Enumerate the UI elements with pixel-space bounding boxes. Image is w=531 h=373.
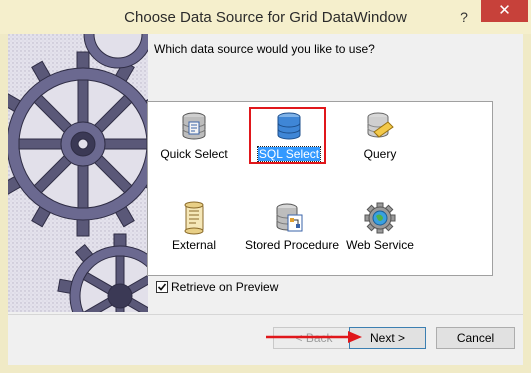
source-label: Query [363, 147, 397, 161]
checkmark-icon [157, 283, 167, 291]
dialog-body: Which data source would you like to use?… [8, 34, 523, 365]
source-query[interactable]: Query [335, 110, 425, 161]
source-web-service[interactable]: Web Service [335, 201, 425, 252]
scroll-icon [184, 201, 204, 235]
database-sql-select-icon [277, 112, 301, 140]
data-source-list: Quick Select SQL Select Query External S… [147, 101, 493, 276]
stored-procedure-icon [276, 203, 303, 232]
source-sql-select[interactable]: SQL Select [244, 110, 334, 162]
source-label: Stored Procedure [245, 238, 340, 252]
cancel-button[interactable]: Cancel [436, 327, 515, 349]
source-label: External [171, 238, 217, 252]
retrieve-on-preview-checkbox[interactable]: Retrieve on Preview [156, 280, 278, 294]
help-button[interactable]: ? [452, 6, 476, 28]
dialog-window: Choose Data Source for Grid DataWindow ?… [0, 0, 531, 373]
gears-icon [8, 34, 148, 312]
close-button[interactable]: ✕ [481, 0, 528, 22]
question-label: Which data source would you like to use? [154, 42, 375, 56]
checkbox-icon[interactable] [156, 281, 168, 293]
source-stored-procedure[interactable]: Stored Procedure [244, 201, 339, 252]
database-quick-select-icon [182, 112, 206, 140]
gears-illustration [8, 34, 148, 312]
source-label: Web Service [346, 238, 414, 252]
button-separator [8, 314, 523, 315]
next-button[interactable]: Next > [349, 327, 426, 349]
back-button[interactable]: < Back [273, 327, 355, 349]
source-external[interactable]: External [149, 201, 239, 252]
web-service-icon [364, 202, 396, 234]
query-icon [367, 112, 394, 138]
source-label: Quick Select [160, 147, 228, 161]
retrieve-on-preview-label: Retrieve on Preview [171, 280, 279, 294]
title-bar[interactable]: Choose Data Source for Grid DataWindow ?… [0, 0, 531, 34]
source-quick-select[interactable]: Quick Select [149, 110, 239, 161]
source-label: SQL Select [256, 146, 322, 162]
